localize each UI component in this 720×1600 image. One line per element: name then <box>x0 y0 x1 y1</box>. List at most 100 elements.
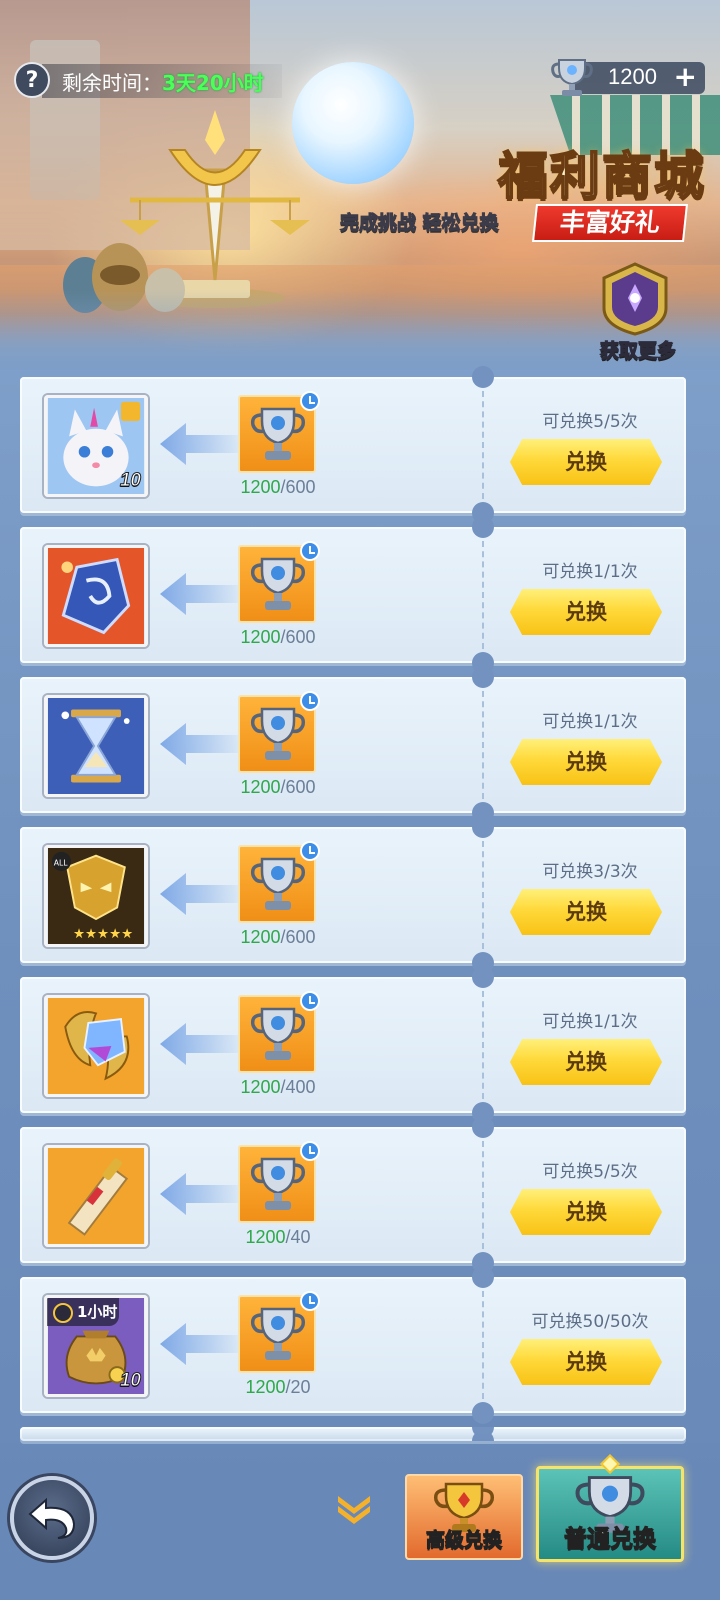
cost-trophy <box>238 991 320 1073</box>
exchange-button[interactable]: 兑换 <box>510 589 662 635</box>
exchange-limit: 可兑换1/1次 <box>542 1012 638 1032</box>
tab-premium-exchange[interactable]: 高级兑换 <box>405 1474 523 1560</box>
clock-icon <box>300 691 320 711</box>
exchange-button[interactable]: 兑换 <box>510 439 662 485</box>
cost-progress: 1200/20 <box>245 1377 311 1397</box>
tab-premium-label: 高级兑换 <box>425 1529 502 1552</box>
cost-progress: 1200/600 <box>240 927 316 947</box>
cost-progress: 1200/600 <box>240 477 316 497</box>
tab-normal-exchange[interactable]: 普通兑换 <box>536 1454 684 1562</box>
currency-amount: 1200 <box>608 64 657 89</box>
silver-trophy-icon <box>250 1157 306 1210</box>
dashed-divider <box>482 541 484 649</box>
scroll-down-chevron-icon <box>338 1496 370 1524</box>
reward-item[interactable]: ★★★★★ ALL <box>44 845 148 947</box>
owned-amount: 1200 <box>240 777 281 797</box>
reward-item[interactable] <box>44 545 148 647</box>
dashed-divider <box>482 691 484 799</box>
clock-icon <box>300 1141 320 1161</box>
required-amount: 600 <box>285 777 316 797</box>
reward-item[interactable] <box>44 695 148 797</box>
dashed-divider <box>482 991 484 1099</box>
exchange-limit: 可兑换5/5次 <box>542 412 638 432</box>
arrow-left-icon <box>160 723 246 765</box>
exchange-limit: 可兑换5/5次 <box>542 1162 638 1182</box>
get-more-emblem-icon <box>602 262 668 336</box>
dashed-divider <box>482 1141 484 1249</box>
exchange-button[interactable]: 兑换 <box>510 889 662 935</box>
exchange-limit: 可兑换1/1次 <box>542 712 638 732</box>
exchange-item: 1200/400 可兑换1/1次 兑换 <box>20 966 686 1124</box>
reward-item[interactable] <box>44 1145 148 1247</box>
exchange-item: 1200/600 可兑换1/1次 兑换 <box>20 516 686 674</box>
dashed-divider <box>482 391 484 499</box>
get-more-button[interactable]: 获取更多 <box>590 262 686 363</box>
silver-trophy-icon <box>250 557 306 610</box>
get-more-label: 获取更多 <box>599 340 676 363</box>
exchange-limit: 可兑换1/1次 <box>542 562 638 582</box>
exchange-item: 1200/40 可兑换5/5次 兑换 <box>20 1116 686 1274</box>
required-amount: 400 <box>285 1077 316 1097</box>
cost-progress: 1200/600 <box>240 627 316 647</box>
cost-trophy <box>238 541 320 623</box>
clock-icon <box>300 391 320 411</box>
arrow-left-icon <box>160 1023 246 1065</box>
arrow-left-icon <box>160 1173 246 1215</box>
clock-icon <box>300 1291 320 1311</box>
cost-trophy <box>238 1141 320 1223</box>
clock-icon <box>300 991 320 1011</box>
cost-trophy <box>238 1291 320 1373</box>
back-button[interactable] <box>10 1476 94 1560</box>
silver-trophy-icon <box>250 407 306 460</box>
exchange-button[interactable]: 兑换 <box>510 1039 662 1085</box>
reward-item[interactable]: 10 <box>44 395 148 497</box>
silver-trophy-icon <box>250 1007 306 1060</box>
dashed-divider <box>482 1291 484 1399</box>
item-quantity: 10 <box>119 1370 141 1392</box>
exchange-item: 1200/600 可兑换1/1次 兑换 <box>20 666 686 824</box>
arrow-left-icon <box>160 1323 246 1365</box>
clock-icon <box>300 541 320 561</box>
reward-item[interactable]: 1小时 10 <box>44 1295 148 1397</box>
required-amount: 20 <box>290 1377 311 1397</box>
exchange-limit: 可兑换50/50次 <box>531 1312 649 1332</box>
owned-amount: 1200 <box>240 627 281 647</box>
gem-emblem-icon <box>48 998 144 1094</box>
silver-trophy-icon <box>250 1307 306 1360</box>
required-amount: 600 <box>285 927 316 947</box>
exchange-button[interactable]: 兑换 <box>510 739 662 785</box>
hourglass-icon <box>48 698 144 794</box>
scroll-icon <box>48 1148 144 1244</box>
cost-trophy <box>238 841 320 923</box>
exchange-item: 10 1200/600 可兑换5/5次 兑换 <box>20 366 686 524</box>
add-currency-button[interactable]: + <box>674 63 697 91</box>
owned-amount: 1200 <box>240 1077 281 1097</box>
timer-value: 3天20小时 <box>162 70 264 95</box>
cost-progress: 1200/600 <box>240 777 316 797</box>
owned-amount: 1200 <box>240 927 281 947</box>
back-arrow-icon <box>28 1497 76 1539</box>
tab-normal-label: 普通兑换 <box>564 1526 657 1553</box>
required-amount: 40 <box>290 1227 311 1247</box>
arrow-left-icon <box>160 873 246 915</box>
remaining-time: 剩余时间： 3天20小时 <box>42 64 282 98</box>
item-badge: ALL <box>54 858 69 867</box>
duration-tag: 1小时 <box>47 1298 119 1326</box>
exchange-button[interactable]: 兑换 <box>510 1189 662 1235</box>
shop-subtitle: 完成挑战 轻松兑换 <box>340 212 500 235</box>
cost-progress: 1200/40 <box>245 1227 311 1247</box>
trophy-currency: 1200 + <box>551 59 705 96</box>
owned-amount: 1200 <box>245 1227 286 1247</box>
golden-mask-icon: ★★★★★ ALL <box>48 848 144 944</box>
reward-item[interactable] <box>44 995 148 1097</box>
exchange-list[interactable]: 10 1200/600 可兑换5/5次 兑换 1200/600 可兑换1/1次 … <box>20 366 686 1441</box>
required-amount: 600 <box>285 627 316 647</box>
exchange-item: ★★★★★ ALL 1200/600 可兑换3/3次 兑换 <box>20 816 686 974</box>
silver-trophy-icon <box>250 857 306 910</box>
arrow-left-icon <box>160 573 246 615</box>
owned-amount: 1200 <box>245 1377 286 1397</box>
silver-trophy-icon <box>551 59 593 96</box>
help-button[interactable]: ? <box>14 62 50 98</box>
exchange-button[interactable]: 兑换 <box>510 1339 662 1385</box>
silver-trophy-icon <box>250 707 306 760</box>
